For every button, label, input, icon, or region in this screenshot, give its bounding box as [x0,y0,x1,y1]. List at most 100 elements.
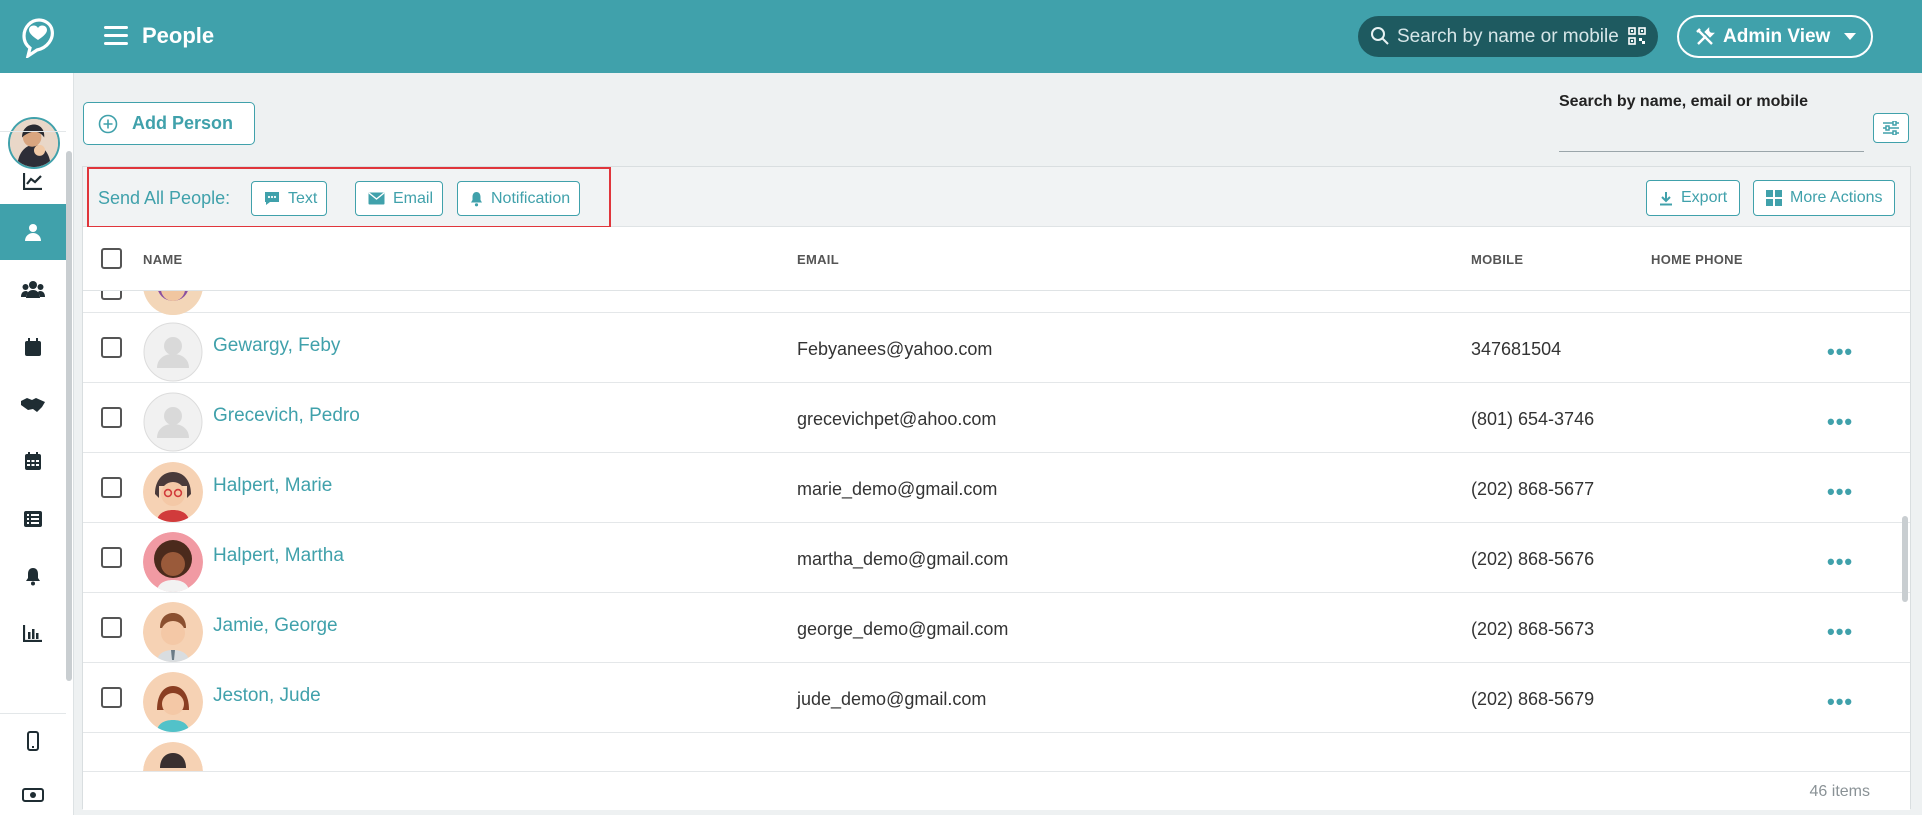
export-button[interactable]: Export [1646,180,1741,216]
person-name-link[interactable]: Jamie, George [213,615,338,637]
people-panel: Send All People: Text Email Notification… [82,166,1911,810]
row-more-icon[interactable]: ••• [1827,479,1853,505]
more-actions-button[interactable]: More Actions [1753,180,1896,216]
sidebar-item-giving[interactable] [0,767,66,815]
global-search-input[interactable] [1397,16,1619,57]
row-checkbox[interactable] [101,547,122,568]
sidebar-item-groups[interactable] [0,261,66,317]
table-footer: 46 items [83,771,1910,810]
search-label: Search by name, email or mobile [1559,93,1808,110]
column-header-email[interactable]: EMAIL [797,252,839,267]
table-row[interactable]: Jamie, George george_demo@gmail.com (202… [83,593,1910,663]
column-header-mobile[interactable]: MOBILE [1471,252,1523,267]
row-checkbox[interactable] [101,477,122,498]
row-more-icon[interactable]: ••• [1827,619,1853,645]
table-row[interactable]: Jeston, Jude jude_demo@gmail.com (202) 8… [83,663,1910,733]
filter-button[interactable] [1873,113,1909,143]
sidebar-item-mobile[interactable] [0,713,66,769]
person-name-link[interactable]: Halpert, Marie [213,475,332,497]
sliders-icon [1883,121,1899,135]
page-title: People [142,23,215,48]
column-header-name[interactable]: NAME [143,252,182,267]
avatar [143,392,203,452]
add-person-label: Add Person [132,113,234,133]
sidebar-divider [0,131,66,132]
select-all-checkbox[interactable] [101,248,122,269]
person-name-link[interactable]: Grecevich, Pedro [213,405,360,427]
more-actions-label: More Actions [1790,189,1883,206]
person-name-link[interactable]: Gewargy, Feby [213,335,340,357]
table-row[interactable]: Halpert, Marie marie_demo@gmail.com (202… [83,453,1910,523]
person-mobile: (202) 868-5676 [1471,549,1595,569]
sidebar-item-people[interactable] [0,204,66,260]
admin-view-dropdown[interactable]: Admin View [1677,15,1873,58]
people-search-input[interactable] [1559,116,1864,152]
sidebar-item-schedule[interactable] [0,433,66,489]
top-bar: People Admin View [0,0,1922,73]
person-mobile: 347681504 [1471,339,1562,359]
row-more-icon[interactable]: ••• [1827,549,1853,575]
mobile-icon [27,731,39,751]
users-icon [21,281,45,298]
sidebar-item-dashboard[interactable] [0,153,66,209]
qr-code-icon[interactable] [1628,27,1646,45]
sidebar-item-lists[interactable] [0,491,66,547]
sidebar-item-partners[interactable] [0,376,66,432]
calendar-icon [25,338,41,356]
admin-view-label: Admin View [1723,25,1831,47]
person-icon [25,224,41,241]
bell-icon [26,567,40,585]
table-row-partial [83,733,1910,771]
table-row[interactable]: Grecevich, Pedro grecevichpet@ahoo.com (… [83,383,1910,453]
table-header: NAME EMAIL MOBILE HOME PHONE [83,227,1910,291]
sidebar-scrollbar[interactable] [66,151,72,681]
row-checkbox[interactable] [101,337,122,358]
person-name-link[interactable]: Halpert, Martha [213,545,344,567]
avatar [143,291,203,315]
person-name-link[interactable]: Jeston, Jude [213,685,321,707]
bar-chart-icon [23,625,42,642]
money-icon [22,788,44,802]
avatar [143,462,203,522]
global-search [1358,16,1658,57]
row-more-icon[interactable]: ••• [1827,689,1853,715]
avatar [143,532,203,592]
sidebar [0,73,74,815]
avatar [143,322,203,382]
handshake-icon [21,398,45,412]
table-row-partial [83,291,1910,315]
column-header-home-phone[interactable]: HOME PHONE [1651,252,1743,267]
download-icon [1660,191,1672,205]
row-checkbox[interactable] [101,407,122,428]
chart-line-icon [23,173,42,190]
sidebar-item-events[interactable] [0,319,66,375]
person-email: george_demo@gmail.com [797,619,1009,639]
send-all-bar: Send All People: Text Email Notification… [83,167,1910,228]
table-scrollbar[interactable] [1900,291,1910,771]
row-more-icon[interactable]: ••• [1827,339,1853,365]
row-checkbox[interactable] [101,291,122,300]
app-logo-icon[interactable] [18,12,58,58]
person-mobile: (202) 868-5679 [1471,689,1595,709]
row-checkbox[interactable] [101,617,122,638]
row-more-icon[interactable]: ••• [1827,409,1853,435]
search-icon [1371,27,1389,45]
menu-icon[interactable] [104,26,128,46]
sidebar-item-reports[interactable] [0,605,66,661]
table-row[interactable]: Halpert, Martha martha_demo@gmail.com (2… [83,523,1910,593]
plus-circle-icon [98,114,118,133]
person-email: grecevichpet@ahoo.com [797,409,997,429]
person-email: jude_demo@gmail.com [797,689,987,709]
table-row[interactable]: Gewargy, Feby Febyanees@yahoo.com 347681… [83,313,1910,383]
avatar [143,672,203,732]
export-label: Export [1681,189,1728,206]
item-count: 46 items [1809,783,1870,800]
person-mobile: (801) 654-3746 [1471,409,1595,429]
person-mobile: (202) 868-5677 [1471,479,1595,499]
chevron-down-icon [1844,33,1857,40]
table-scrollbar-thumb[interactable] [1902,516,1908,602]
avatar [143,602,203,662]
add-person-button[interactable]: Add Person [83,102,255,145]
sidebar-item-notifications[interactable] [0,548,66,604]
row-checkbox[interactable] [101,687,122,708]
